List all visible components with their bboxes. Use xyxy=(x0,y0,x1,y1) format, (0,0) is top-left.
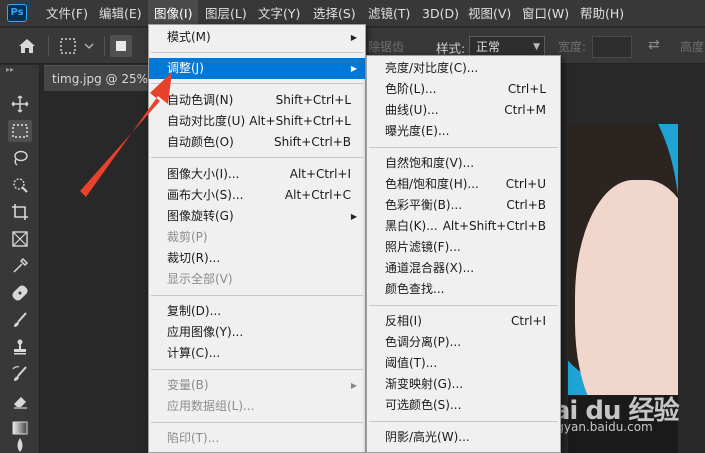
divider xyxy=(104,36,105,56)
submenu-arrow-icon: ▶ xyxy=(350,33,357,42)
menu-item-apply-data-set[interactable]: 应用数据组(L)... xyxy=(149,396,365,417)
healing-brush-tool-icon[interactable] xyxy=(8,282,32,304)
submenu-arrow-icon: ▶ xyxy=(350,212,357,221)
menu-item-adjustments[interactable]: 调整(J) ▶ xyxy=(149,58,365,79)
menu-item-trap[interactable]: 陷印(T)... xyxy=(149,428,365,449)
menu-item-canvas-size[interactable]: 画布大小(S)... Alt+Ctrl+C xyxy=(149,185,365,206)
menu-divider xyxy=(369,421,558,422)
menu-item-hue-saturation[interactable]: 色相/饱和度(H)... Ctrl+U xyxy=(367,174,560,195)
height-label: 高度 xyxy=(680,40,705,54)
menu-select[interactable]: 选择(S) xyxy=(307,0,362,27)
menu-layer[interactable]: 图层(L) xyxy=(199,0,253,27)
menu-item-auto-contrast[interactable]: 自动对比度(U) Alt+Shift+Ctrl+L xyxy=(149,111,365,132)
menu-item-channel-mixer[interactable]: 通道混合器(X)... xyxy=(367,258,560,279)
menu-item-trim[interactable]: 裁切(R)... xyxy=(149,248,365,269)
menu-item-gradient-map[interactable]: 渐变映射(G)... xyxy=(367,374,560,395)
menu-item-shadows-highlights[interactable]: 阴影/高光(W)... xyxy=(367,427,560,448)
menu-file[interactable]: 文件(F) xyxy=(40,0,94,27)
menu-item-curves[interactable]: 曲线(U)... Ctrl+M xyxy=(367,100,560,121)
new-selection-icon[interactable] xyxy=(110,35,132,57)
menu-filter[interactable]: 滤镜(T) xyxy=(362,0,416,27)
blur-tool-icon[interactable] xyxy=(8,437,32,453)
submenu-arrow-icon: ▶ xyxy=(350,381,357,390)
menu-divider xyxy=(369,147,558,148)
menu-item-color-lookup[interactable]: 颜色查找... xyxy=(367,279,560,300)
chevron-down-icon: ▼ xyxy=(533,42,540,52)
menu-item-vibrance[interactable]: 自然饱和度(V)... xyxy=(367,153,560,174)
style-select-value: 正常 xyxy=(476,40,501,54)
menu-edit[interactable]: 编辑(E) xyxy=(93,0,148,27)
photoshop-logo: Ps xyxy=(7,4,27,22)
tools-panel: ▸▸ xyxy=(0,65,40,453)
swap-icon[interactable]: ⇄ xyxy=(648,37,660,53)
menu-item-apply-image[interactable]: 应用图像(Y)... xyxy=(149,322,365,343)
menu-divider xyxy=(151,369,363,370)
move-tool-icon[interactable] xyxy=(8,93,32,115)
menu-image[interactable]: 图像(I) xyxy=(148,0,199,27)
image-menu-dropdown: 模式(M) ▶ 调整(J) ▶ 自动色调(N) Shift+Ctrl+L 自动对比度(… xyxy=(148,24,366,453)
width-input[interactable] xyxy=(592,36,632,58)
menu-divider xyxy=(151,52,363,53)
menu-divider xyxy=(151,295,363,296)
menu-item-black-white[interactable]: 黑白(K)... Alt+Shift+Ctrl+B xyxy=(367,216,560,237)
crop-tool-icon[interactable] xyxy=(8,201,32,223)
clone-stamp-tool-icon[interactable] xyxy=(8,336,32,358)
anti-alias-label: 除锯齿 xyxy=(368,40,405,54)
menu-item-brightness-contrast[interactable]: 亮度/对比度(C)... xyxy=(367,58,560,79)
menu-bar: Ps 文件(F) 编辑(E) 图像(I) 图层(L) 文字(Y) 选择(S) 滤… xyxy=(0,0,705,27)
frame-tool-icon[interactable] xyxy=(8,228,32,250)
history-brush-tool-icon[interactable] xyxy=(8,363,32,385)
eyedropper-tool-icon[interactable] xyxy=(8,255,32,277)
menu-divider xyxy=(369,305,558,306)
eraser-tool-icon[interactable] xyxy=(8,390,32,412)
menu-item-auto-color[interactable]: 自动颜色(O) Shift+Ctrl+B xyxy=(149,132,365,153)
home-icon[interactable] xyxy=(16,36,38,56)
submenu-arrow-icon: ▶ xyxy=(350,64,357,73)
menu-item-exposure[interactable]: 曝光度(E)... xyxy=(367,121,560,142)
menu-item-crop[interactable]: 裁剪(P) xyxy=(149,227,365,248)
quick-selection-tool-icon[interactable] xyxy=(8,174,32,196)
menu-help[interactable]: 帮助(H) xyxy=(574,0,630,27)
adjustments-submenu: 亮度/对比度(C)... 色阶(L)... Ctrl+L 曲线(U)... Ctrl… xyxy=(366,55,561,453)
menu-item-color-balance[interactable]: 色彩平衡(B)... Ctrl+B xyxy=(367,195,560,216)
brush-tool-icon[interactable] xyxy=(8,309,32,331)
menu-item-mode[interactable]: 模式(M) ▶ xyxy=(149,27,365,48)
menu-3d[interactable]: 3D(D) xyxy=(416,0,465,27)
menu-item-auto-tone[interactable]: 自动色调(N) Shift+Ctrl+L xyxy=(149,90,365,111)
menu-item-posterize[interactable]: 色调分离(P)... xyxy=(367,332,560,353)
menu-item-duplicate[interactable]: 复制(D)... xyxy=(149,301,365,322)
menu-item-levels[interactable]: 色阶(L)... Ctrl+L xyxy=(367,79,560,100)
menu-divider xyxy=(151,157,363,158)
rectangular-marquee-tool-icon[interactable] xyxy=(8,120,32,142)
lasso-tool-icon[interactable] xyxy=(8,147,32,169)
divider xyxy=(48,36,49,56)
document-tab[interactable]: timg.jpg @ 25%(R xyxy=(44,65,164,91)
menu-item-calculations[interactable]: 计算(C)... xyxy=(149,343,365,364)
width-label: 宽度: xyxy=(558,40,587,54)
menu-item-threshold[interactable]: 阈值(T)... xyxy=(367,353,560,374)
menu-divider xyxy=(151,83,363,84)
menu-item-photo-filter[interactable]: 照片滤镜(F)... xyxy=(367,237,560,258)
menu-item-image-size[interactable]: 图像大小(I)... Alt+Ctrl+I xyxy=(149,164,365,185)
menu-divider xyxy=(151,422,363,423)
menu-item-invert[interactable]: 反相(I) Ctrl+I xyxy=(367,311,560,332)
menu-window[interactable]: 窗口(W) xyxy=(516,0,575,27)
marquee-preset-icon[interactable] xyxy=(58,37,98,55)
menu-type[interactable]: 文字(Y) xyxy=(252,0,306,27)
menu-view[interactable]: 视图(V) xyxy=(462,0,517,27)
menu-item-image-rotation[interactable]: 图像旋转(G) ▶ xyxy=(149,206,365,227)
menu-item-reveal-all[interactable]: 显示全部(V) xyxy=(149,269,365,290)
menu-item-selective-color[interactable]: 可选颜色(S)... xyxy=(367,395,560,416)
collapse-icon[interactable]: ▸▸ xyxy=(0,65,40,75)
menu-item-variables[interactable]: 变量(B) ▶ xyxy=(149,375,365,396)
